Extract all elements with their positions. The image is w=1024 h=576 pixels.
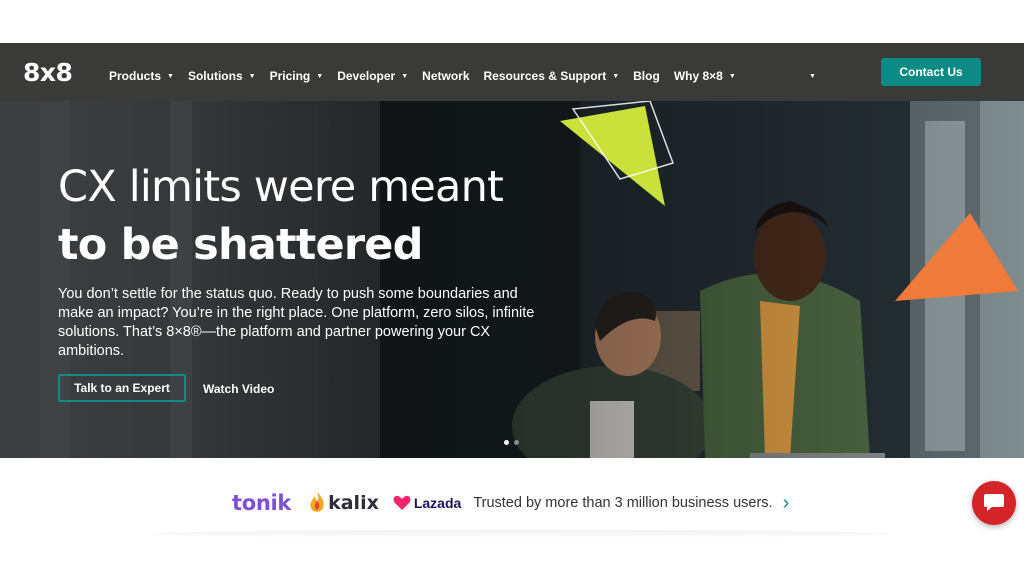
main-menu: Products ▼ Solutions ▼ Pricing ▼ Developer ▼…	[109, 69, 750, 83]
nav-developer-label: Developer	[337, 69, 396, 83]
hero-background-image	[0, 101, 1024, 458]
nav-solutions-label: Solutions	[187, 69, 243, 83]
hero-headline-line2: to be shattered	[58, 220, 423, 270]
heart-icon	[393, 495, 411, 510]
nav-developer[interactable]: Developer ▼	[337, 69, 408, 83]
section-divider-shadow	[152, 530, 892, 538]
talk-to-expert-button[interactable]: Talk to an Expert	[58, 374, 186, 402]
chat-bubble-icon	[984, 494, 1004, 511]
caret-down-icon: ▼	[728, 72, 736, 80]
nav-resources-support[interactable]: Resources & Support ▼	[484, 69, 620, 83]
caret-down-icon: ▼	[167, 72, 174, 80]
nav-products-label: Products	[109, 69, 162, 83]
nav-network-label: Network	[422, 69, 470, 83]
trust-bar: tonik kalix Lazada Trusted by more than …	[232, 488, 789, 518]
caret-down-icon: ▼	[248, 72, 256, 80]
flame-icon	[310, 492, 324, 512]
top-navigation: 8x8 Products ▼ Solutions ▼ Pricing ▼ Develo…	[0, 43, 1024, 101]
chat-widget-button[interactable]	[972, 481, 1016, 525]
carousel-dot[interactable]	[504, 440, 509, 445]
nav-blog[interactable]: Blog	[633, 69, 660, 83]
carousel-dots	[504, 440, 519, 445]
brand-logo[interactable]: 8x8	[23, 58, 73, 87]
caret-down-icon: ▼	[316, 72, 324, 80]
watch-video-link[interactable]: Watch Video	[203, 382, 274, 396]
nav-blog-label: Blog	[633, 69, 660, 83]
tonik-logo: tonik	[232, 491, 292, 515]
caret-down-icon: ▼	[401, 72, 409, 80]
nav-network[interactable]: Network	[422, 69, 469, 83]
language-caret-icon[interactable]: ▼	[809, 73, 816, 80]
trust-statement: Trusted by more than 3 million business …	[473, 495, 773, 511]
lazada-logo-text: Lazada	[413, 495, 462, 511]
hero-description: You don’t settle for the status quo. Rea…	[58, 286, 535, 359]
caret-down-icon: ▼	[612, 72, 620, 80]
nav-solutions[interactable]: Solutions ▼	[188, 69, 256, 83]
hero-headline-line1: CX limits were meant	[58, 162, 504, 212]
lazada-logo: Lazada	[393, 495, 461, 511]
carousel-dot[interactable]	[514, 440, 519, 445]
nav-products[interactable]: Products ▼	[109, 69, 174, 83]
nav-why-8x8[interactable]: Why 8×8 ▼	[674, 69, 736, 83]
kalix-logo: kalix	[309, 492, 379, 514]
contact-us-button[interactable]: Contact Us	[881, 58, 981, 86]
nav-pricing-label: Pricing	[269, 69, 311, 83]
nav-pricing[interactable]: Pricing ▼	[270, 69, 324, 83]
hero-section: CX limits were meant to be shattered You…	[0, 101, 1024, 458]
kalix-logo-text: kalix	[328, 492, 379, 514]
nav-why-label: Why 8×8	[673, 69, 723, 83]
chevron-right-icon[interactable]: ›	[783, 492, 790, 515]
nav-resources-label: Resources & Support	[483, 69, 607, 83]
